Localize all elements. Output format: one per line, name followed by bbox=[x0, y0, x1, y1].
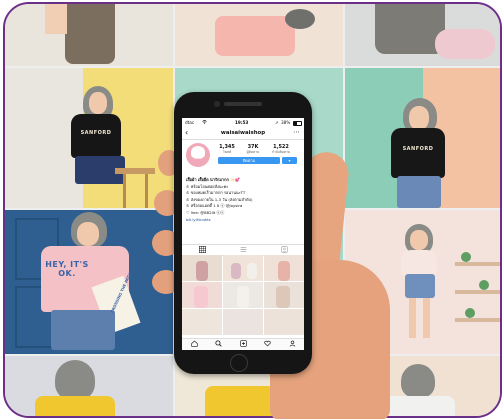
phone-device: dtac 19:53 ➚ 38% ‹ waisaiwaishop ⋯ WAI 1… bbox=[174, 92, 312, 374]
post-thumbnail[interactable] bbox=[182, 255, 222, 281]
profile-header: ‹ waisaiwaishop ⋯ bbox=[182, 127, 304, 140]
earpiece bbox=[224, 102, 262, 106]
location-icon: ➚ bbox=[275, 120, 279, 125]
clock: 19:53 bbox=[235, 120, 249, 125]
bio-line: ♔ ของหมดเร็วมากกก รอนานนะTT bbox=[186, 190, 246, 196]
suggested-dropdown-button[interactable]: ▾ bbox=[282, 157, 297, 164]
post-thumbnail[interactable] bbox=[223, 255, 263, 281]
post-thumbnail[interactable] bbox=[264, 255, 304, 281]
post-thumbnail[interactable] bbox=[182, 309, 222, 335]
shirt-print: HEY, IT'S OK. bbox=[45, 260, 89, 278]
wifi-icon bbox=[202, 120, 207, 125]
avatar[interactable]: WAI bbox=[186, 143, 210, 167]
home-icon[interactable] bbox=[182, 340, 206, 350]
screenshot-stage: SANFORD SANFORD HEY, IT'S OK. CROSSING T… bbox=[0, 0, 503, 419]
bottom-navigation bbox=[182, 338, 304, 350]
profile-summary: WAI 1,345 โพสต์ 37K ผู้ติดตาม 1,522 กำลั… bbox=[182, 140, 304, 176]
post-thumbnail[interactable] bbox=[264, 309, 304, 335]
shirt-print: SANFORD bbox=[402, 146, 434, 152]
battery-icon bbox=[293, 120, 302, 126]
front-camera bbox=[214, 101, 220, 107]
bio-line-id: ♡ line: @882lit ⓤⓤ bbox=[186, 209, 225, 215]
profile-username: waisaiwaishop bbox=[220, 130, 266, 136]
bio-line: ♔ หรือรอแอดดี้ 1 ย ⓤ @joysira bbox=[186, 203, 243, 209]
bio-name: เสื้อผ้า เสื้อยืด น่ารักมากก ✨💕 bbox=[186, 177, 240, 182]
tile-yellow: SANFORD bbox=[5, 68, 173, 208]
profile-icon[interactable] bbox=[280, 340, 304, 350]
follow-button[interactable]: ติดตาม bbox=[218, 157, 280, 164]
post-thumbnail[interactable] bbox=[182, 282, 222, 308]
tile-blue-door: HEY, IT'S OK. bbox=[5, 210, 173, 354]
following-count[interactable]: 1,522 กำลังติดตาม bbox=[270, 144, 292, 154]
home-button[interactable] bbox=[230, 354, 248, 372]
profile-bio: เสื้อผ้า เสื้อยืด น่ารักมากก ✨💕 ♔ พร้อมโ… bbox=[186, 177, 302, 223]
bio-link[interactable]: bit.ly/ttcqhts bbox=[186, 217, 302, 224]
post-grid bbox=[182, 255, 304, 335]
add-post-icon[interactable] bbox=[231, 340, 255, 350]
post-thumbnail[interactable] bbox=[264, 282, 304, 308]
tile-top-left bbox=[5, 4, 173, 66]
bio-line: ♔ ส่งของภายใน 1-3 วัน (ส่งตามลำดับ) bbox=[186, 196, 253, 202]
tile-top-right bbox=[345, 4, 500, 66]
posts-count[interactable]: 1,345 โพสต์ bbox=[216, 144, 238, 154]
status-bar: dtac 19:53 ➚ 38% bbox=[182, 118, 304, 127]
tile-peach: SANFORD bbox=[345, 68, 500, 208]
phone-screen: dtac 19:53 ➚ 38% ‹ waisaiwaishop ⋯ WAI 1… bbox=[182, 118, 304, 350]
battery-percent: 38% bbox=[281, 120, 291, 125]
tile-bottom-left bbox=[5, 356, 173, 416]
more-options-icon[interactable]: ⋯ bbox=[293, 127, 300, 137]
search-icon[interactable] bbox=[206, 340, 230, 350]
shirt-print: SANFORD bbox=[80, 130, 112, 136]
heart-icon[interactable] bbox=[255, 340, 279, 350]
followers-count[interactable]: 37K ผู้ติดตาม bbox=[242, 144, 264, 154]
carrier-label: dtac bbox=[185, 120, 195, 125]
bio-line: ♔ พร้อมโอนค่อยสั่งนะคะ bbox=[186, 183, 229, 189]
post-thumbnail[interactable] bbox=[223, 309, 263, 335]
tile-top-middle bbox=[175, 4, 343, 66]
post-thumbnail[interactable] bbox=[223, 282, 263, 308]
avatar-text: WAI bbox=[194, 156, 202, 160]
